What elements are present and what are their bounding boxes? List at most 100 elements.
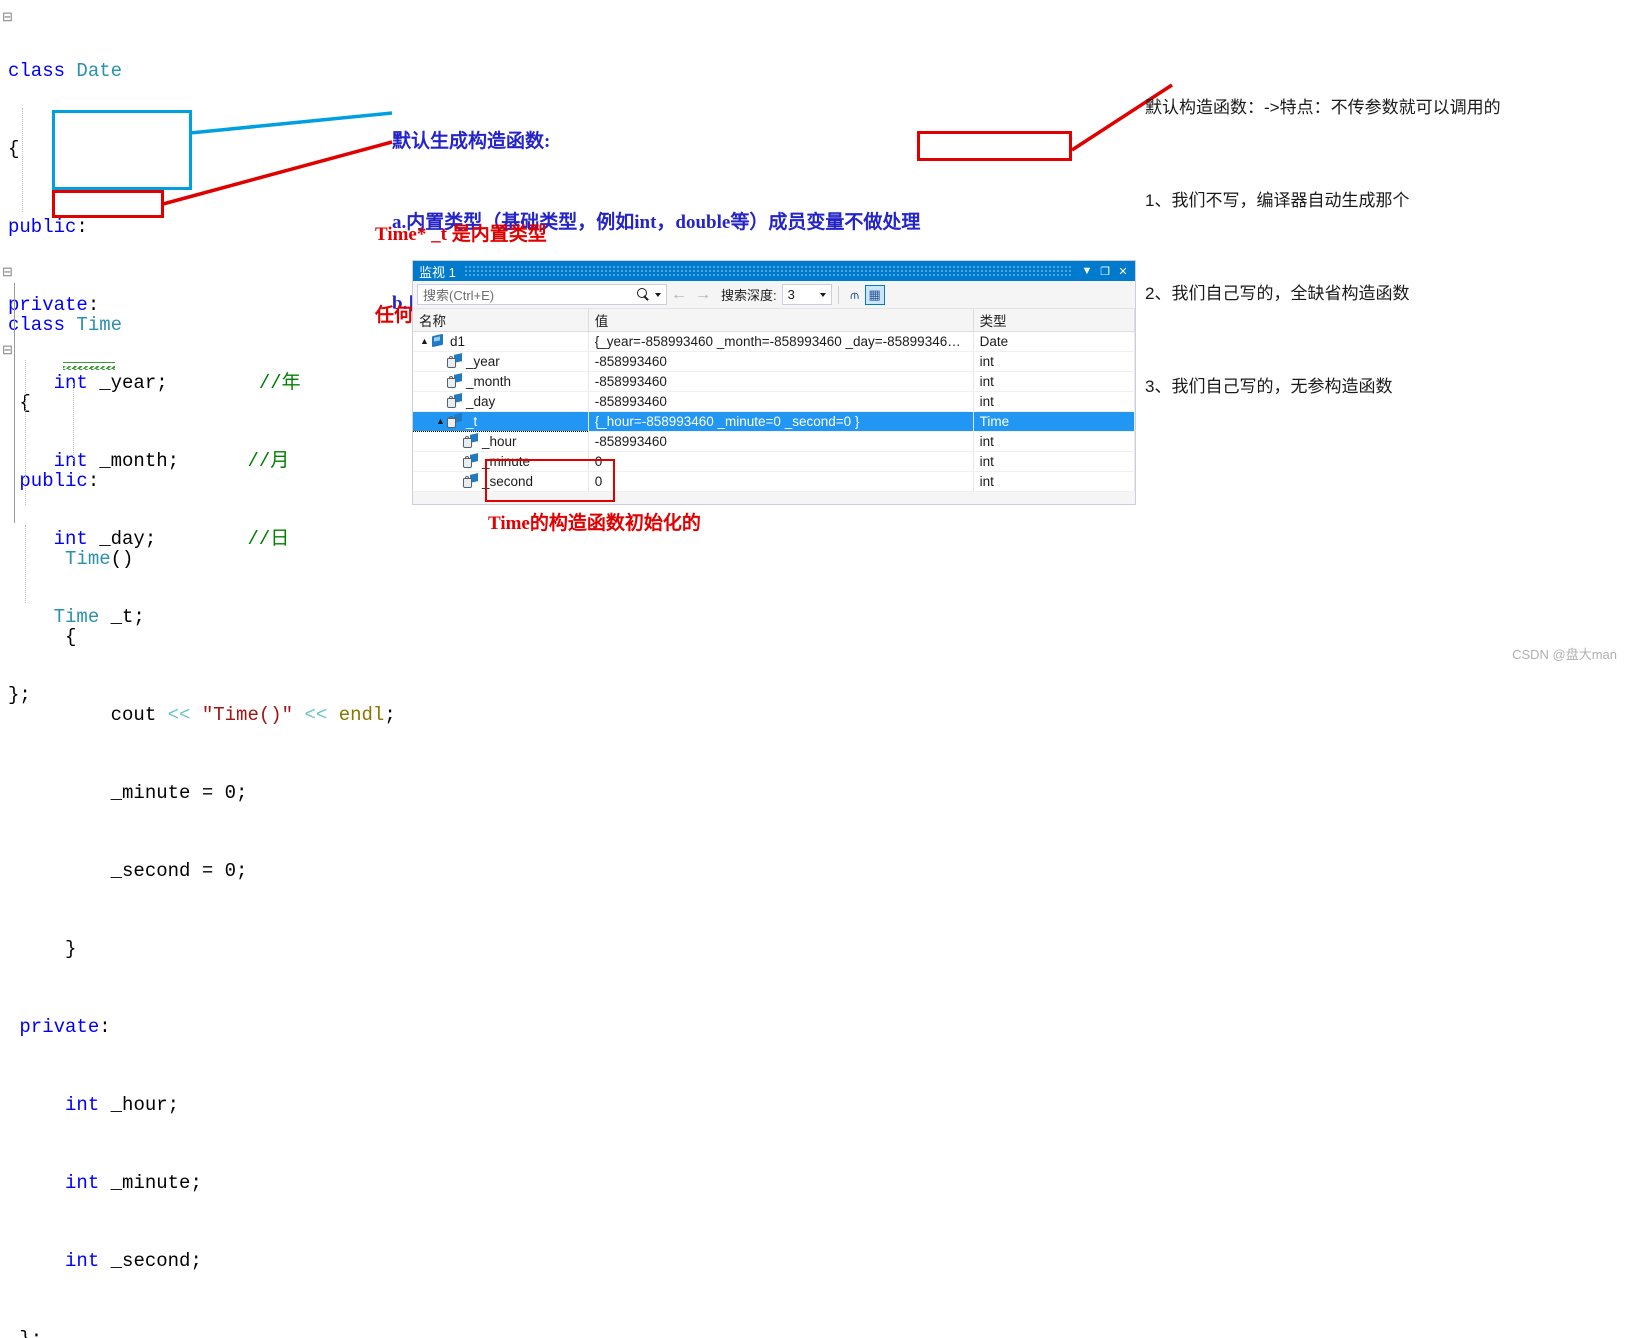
search-icon[interactable]: [637, 288, 650, 301]
cell-value[interactable]: {_year=-858993460 _month=-858993460 _day…: [588, 331, 974, 352]
cell-name[interactable]: · _month: [413, 371, 589, 392]
back-arrow-icon[interactable]: ←: [671, 286, 687, 303]
lock-shackle-icon: [448, 395, 453, 400]
lock-shackle-icon: [464, 455, 469, 460]
cell-type: int: [973, 351, 1136, 372]
column-header-value[interactable]: 值: [588, 309, 974, 332]
expander-spacer: ·: [435, 376, 446, 386]
code-line: Time(): [65, 548, 134, 570]
search-depth-input[interactable]: 3: [781, 284, 832, 305]
table-row[interactable]: · _year -858993460int: [413, 351, 1136, 372]
hex-display-icon[interactable]: ▦: [864, 284, 885, 305]
variable-name: _hour: [482, 433, 517, 449]
chevron-down-icon[interactable]: ▼: [1079, 263, 1095, 279]
annotation-time-ctor-init: Time的构造函数初始化的: [488, 513, 701, 534]
lock-shackle-icon: [448, 355, 453, 360]
cell-name[interactable]: · _year: [413, 351, 589, 372]
table-row[interactable]: · _second 0int: [413, 471, 1136, 492]
column-header-type[interactable]: 类型: [973, 309, 1136, 332]
cell-name[interactable]: ▲ _t: [413, 410, 589, 432]
cell-type: int: [973, 451, 1136, 472]
table-row[interactable]: · _day -858993460int: [413, 391, 1136, 412]
variable-name: d1: [450, 333, 466, 349]
column-header-name[interactable]: 名称: [413, 309, 589, 332]
lock-shackle-icon: [464, 475, 469, 480]
code-line: private:: [8, 1016, 111, 1038]
table-header-row: 名称 值 类型: [413, 309, 1136, 332]
cell-value[interactable]: -858993460: [588, 371, 974, 392]
table-row[interactable]: · _minute 0int: [413, 451, 1136, 472]
code-line: {: [8, 392, 31, 414]
code-line: int _hour;: [65, 1094, 180, 1116]
table-row[interactable]: ▲ d1 {_year=-858993460 _month=-858993460 _…: [413, 331, 1136, 352]
annotation-line: 2、我们自己写的，全缺省构造函数: [1145, 284, 1410, 303]
field-icon: [446, 354, 462, 368]
indent-guide: [73, 383, 74, 461]
table-row[interactable]: · _month -858993460int: [413, 371, 1136, 392]
expander-spacer: ·: [451, 456, 462, 466]
field-icon: [462, 434, 478, 448]
indent-guide: [22, 108, 23, 212]
cell-value[interactable]: -858993460: [588, 351, 974, 372]
watermark: CSDN @盘大man: [1512, 647, 1617, 662]
watch-variables-table[interactable]: 名称 值 类型 ▲ d1 {_year=-858993460 _month=-858…: [413, 309, 1136, 492]
fold-marker-date[interactable]: ⊟: [2, 10, 13, 25]
highlight-box-builtin-members: [52, 110, 192, 190]
watch-window[interactable]: 监视 1 ▼ ❐ ✕ 搜索(Ctrl+E) ← → 搜索深度: 3 ⫙ ▦ 名称…: [412, 260, 1136, 505]
fold-marker-time-ctor[interactable]: ⊟: [2, 343, 13, 358]
lock-shackle-icon: [448, 375, 453, 380]
code-line: class Date: [8, 60, 123, 82]
field-icon: [446, 414, 462, 428]
cell-name[interactable]: · _hour: [413, 431, 589, 452]
field-icon: [462, 474, 478, 488]
code-line: int _minute;: [65, 1172, 202, 1194]
forward-arrow-icon[interactable]: →: [695, 286, 711, 303]
class-icon: [430, 334, 446, 348]
variable-name: _year: [466, 353, 500, 369]
cell-name[interactable]: · _day: [413, 391, 589, 412]
code-line: _minute = 0;: [8, 782, 248, 804]
annotation-line: 3、我们自己写的，无参构造函数: [1145, 377, 1393, 396]
search-input[interactable]: 搜索(Ctrl+E): [417, 284, 667, 305]
close-icon[interactable]: ✕: [1115, 263, 1131, 279]
expander-spacer: ·: [435, 356, 446, 366]
table-row[interactable]: · _hour -858993460int: [413, 431, 1136, 452]
watch-window-titlebar[interactable]: 监视 1 ▼ ❐ ✕: [413, 261, 1135, 281]
cell-type: int: [973, 391, 1136, 412]
identifier-underline: [63, 362, 115, 363]
code-line: }: [8, 938, 77, 960]
chevron-down-icon[interactable]: [819, 292, 826, 297]
table-row[interactable]: ▲ _t {_hour=-858993460 _minute=0 _second=0…: [413, 410, 1136, 432]
expander-spacer: ·: [451, 436, 462, 446]
filter-icon[interactable]: ⫙: [845, 285, 865, 305]
cell-value[interactable]: {_hour=-858993460 _minute=0 _second=0 }: [588, 411, 974, 432]
cell-name[interactable]: · _second: [413, 471, 589, 492]
cell-value[interactable]: -858993460: [588, 431, 974, 452]
field-icon: [446, 374, 462, 388]
annotation-line: 默认构造函数：->特点：不传参数就可以调用的: [1145, 98, 1501, 117]
code-line: };: [8, 1326, 396, 1338]
annotation-line: Time* _t 是内置类型: [375, 224, 547, 245]
variable-name: _second: [482, 473, 534, 489]
indent-guide: [25, 525, 26, 603]
watch-window-toolbar[interactable]: 搜索(Ctrl+E) ← → 搜索深度: 3 ⫙ ▦: [413, 281, 1135, 309]
field-icon: [446, 394, 462, 408]
maximize-icon[interactable]: ❐: [1097, 263, 1113, 279]
annotation-line: 默认生成构造函数:: [392, 131, 551, 152]
chevron-down-icon[interactable]: [655, 292, 661, 297]
cell-value[interactable]: -858993460: [588, 391, 974, 412]
titlebar-grip: [463, 265, 1071, 277]
expand-collapse-icon[interactable]: ▲: [435, 416, 446, 426]
cell-name[interactable]: ▲ d1: [413, 331, 589, 352]
code-line: _second = 0;: [8, 860, 248, 882]
annotation-default-ctor-rules: 默认构造函数：->特点：不传参数就可以调用的 1、我们不写，编译器自动生成那个 …: [1145, 30, 1501, 433]
fold-marker-time[interactable]: ⊟: [2, 265, 13, 280]
annotation-line: 1、我们不写，编译器自动生成那个: [1145, 191, 1410, 210]
expander-spacer: ·: [435, 396, 446, 406]
cell-value[interactable]: 0: [588, 451, 974, 472]
code-line: class Time: [8, 314, 123, 336]
cell-name[interactable]: · _minute: [413, 451, 589, 472]
indent-guide: [25, 360, 26, 505]
expand-collapse-icon[interactable]: ▲: [419, 336, 430, 346]
cell-value[interactable]: 0: [588, 471, 974, 492]
